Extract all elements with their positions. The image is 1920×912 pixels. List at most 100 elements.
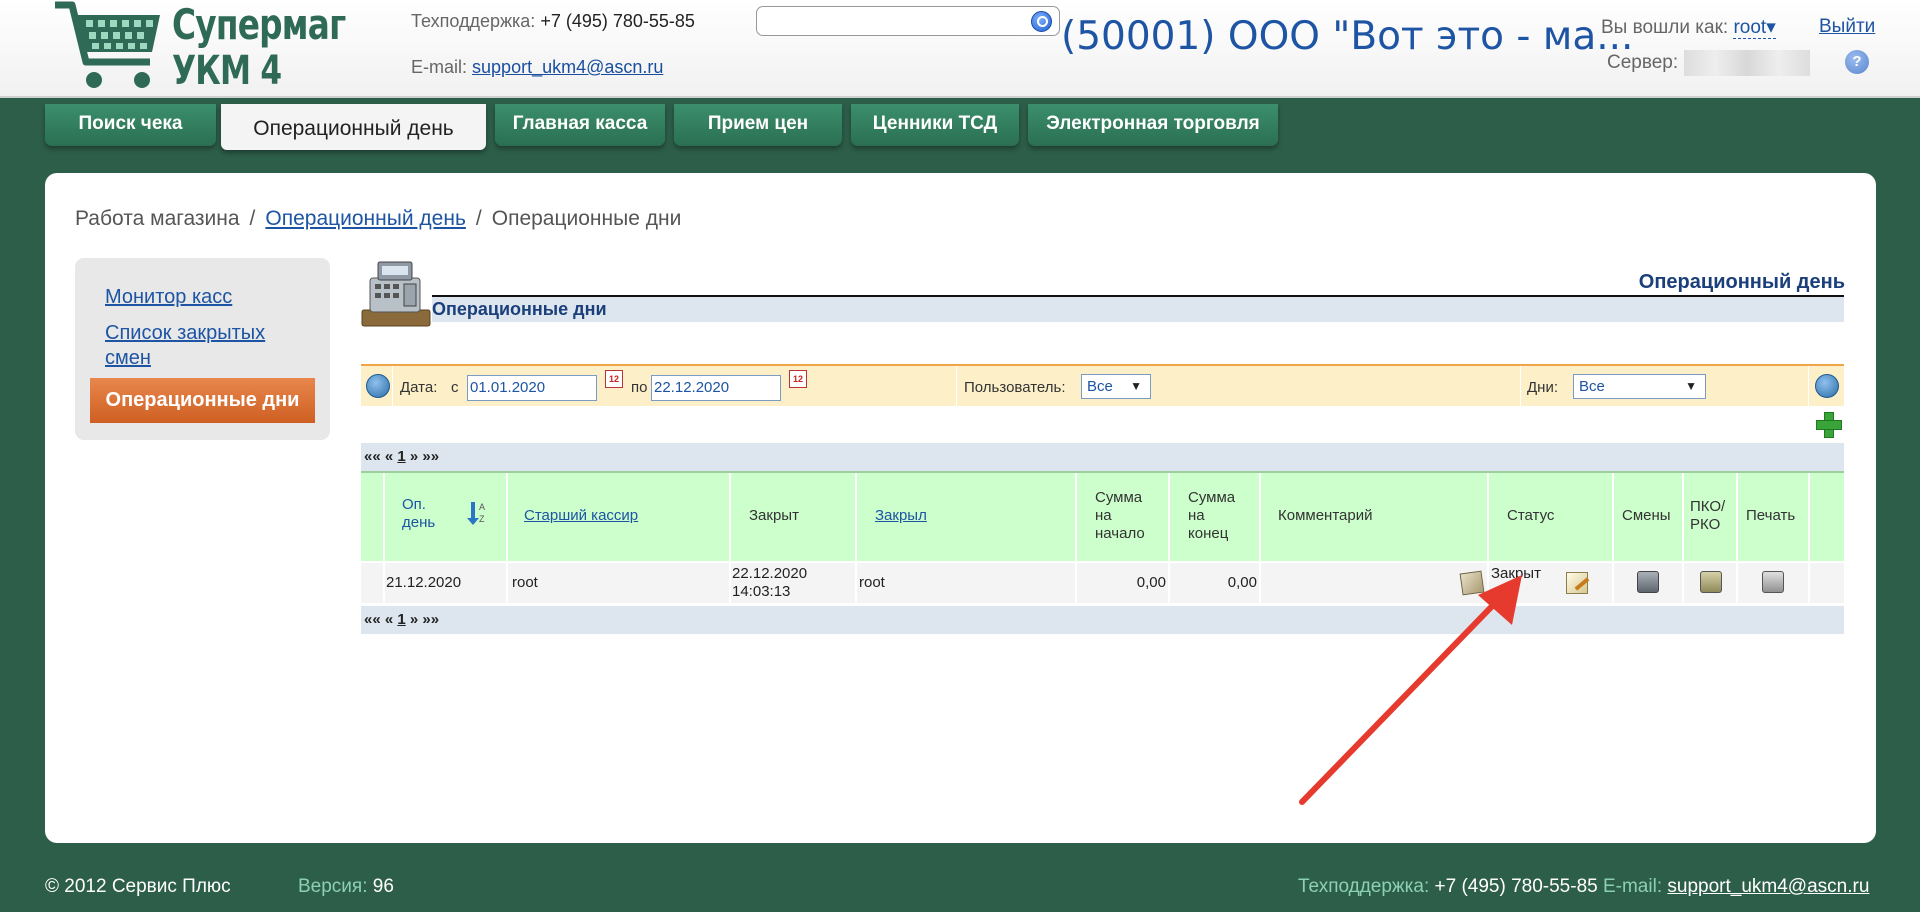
breadcrumb-root: Работа магазина (75, 207, 240, 230)
version-value: 96 (372, 876, 394, 897)
opday-header-line1: Оп. (402, 496, 426, 513)
date-to-input[interactable]: 22.12.2020 (651, 375, 781, 401)
pager-next[interactable]: » (410, 448, 418, 465)
user-filter-select[interactable]: Все ▼ (1081, 374, 1151, 399)
pager-page[interactable]: 1 (397, 448, 405, 465)
sum-end-header-2: на (1188, 507, 1205, 524)
shopping-cart-logo-icon (55, 1, 160, 88)
support-phone: +7 (495) 780-55-85 (540, 11, 695, 31)
section-title-bar: Операционные дни (432, 297, 1844, 322)
table-header: Оп. день A Z Старший кассир Закрыт Закрыл… (361, 471, 1844, 561)
sidebar-item-closed-shifts-cont[interactable]: смен (105, 346, 151, 371)
filter-refresh-cell-right (1809, 366, 1844, 406)
support-email-link[interactable]: support_ukm4@ascn.ru (472, 57, 663, 77)
cell-opday: 21.12.2020 (385, 563, 508, 603)
date-from-input[interactable]: 01.01.2020 (467, 375, 597, 401)
pko-header-2: РКО (1690, 516, 1721, 533)
sum-end-value: 0,00 (1227, 574, 1257, 591)
print-header: Печать (1746, 507, 1796, 524)
filter-bar: Дата: с 01.01.2020 12 по 22.12.2020 12 П… (361, 364, 1844, 406)
sum-start-header-1: Сумма (1095, 489, 1143, 506)
refresh-icon[interactable] (366, 374, 390, 398)
tab-operational-day[interactable]: Операционный день (221, 104, 486, 150)
copyright-text: © 2012 Сервис Плюс (45, 876, 231, 897)
tab-price-tags-tsd[interactable]: Ценники ТСД (851, 104, 1019, 146)
cell-sum-end: 0,00 (1170, 563, 1261, 603)
date-to-label: по (631, 379, 648, 396)
tab-e-commerce[interactable]: Электронная торговля (1028, 104, 1278, 146)
senior-cashier-value: root (512, 574, 538, 591)
column-header-sum-end: Сумма на конец (1170, 473, 1261, 561)
footer-email-link[interactable]: support_ukm4@ascn.ru (1667, 876, 1869, 897)
senior-cashier-sort-link[interactable]: Старший кассир (524, 507, 638, 524)
sum-start-value: 0,00 (1136, 574, 1166, 591)
breadcrumb-link-operational-day[interactable]: Операционный день (265, 207, 466, 230)
cell-print (1738, 563, 1810, 603)
sidebar-item-closed-shifts[interactable]: Список закрытых (105, 321, 265, 346)
table-row: 21.12.2020 root 22.12.2020 14:03:13 root … (361, 563, 1844, 603)
pager-bottom: «« « 1 » »» (361, 606, 1844, 634)
pager-prev[interactable]: « (385, 448, 393, 465)
column-header-sum-start: Сумма на начало (1077, 473, 1170, 561)
logo-text-line2: УКМ 4 (172, 48, 282, 94)
user-filter-value: Все (1087, 378, 1113, 395)
days-filter-select[interactable]: Все ▼ (1573, 374, 1706, 399)
search-input[interactable] (756, 6, 1060, 36)
shifts-register-icon[interactable] (1637, 571, 1659, 593)
column-header-closed-by[interactable]: Закрыл (857, 473, 1077, 561)
refresh-icon[interactable] (1815, 374, 1839, 398)
add-icon[interactable] (1815, 411, 1842, 438)
closed-by-sort-link[interactable]: Закрыл (875, 507, 927, 524)
pager-page[interactable]: 1 (397, 611, 405, 628)
cell-closed: 22.12.2020 14:03:13 (731, 563, 857, 603)
days-filter-value: Все (1579, 378, 1605, 395)
calendar-icon[interactable]: 12 (605, 370, 623, 388)
pager-prev[interactable]: « (385, 611, 393, 628)
tab-main-cashdesk[interactable]: Главная касса (495, 104, 665, 146)
tab-receipt-search[interactable]: Поиск чека (45, 104, 216, 146)
footer-support-phone: +7 (495) 780-55-85 (1434, 876, 1598, 897)
cell-shifts (1614, 563, 1684, 603)
sort-descending-icon[interactable]: A Z (465, 500, 489, 526)
annotation-arrow-icon (1299, 575, 1522, 805)
column-header-shifts: Смены (1614, 473, 1684, 561)
pager-first[interactable]: «« (364, 611, 381, 628)
sum-start-header-3: начало (1095, 525, 1145, 542)
logo[interactable]: Супермаг УКМ 4 (52, 0, 346, 96)
username-dropdown[interactable]: root▾ (1733, 17, 1776, 39)
user-filter-cell: Пользователь: Все ▼ (957, 366, 1521, 406)
calendar-icon[interactable]: 12 (789, 370, 807, 388)
sum-end-header-3: конец (1188, 525, 1229, 542)
print-icon[interactable] (1762, 571, 1784, 593)
column-header-print: Печать (1738, 473, 1810, 561)
search-icon[interactable] (1031, 11, 1052, 32)
footer-support-label: Техподдержка: (1298, 876, 1430, 897)
days-filter-cell: Дни: Все ▼ (1521, 366, 1809, 406)
tab-price-import[interactable]: Прием цен (674, 104, 842, 146)
column-header-senior-cashier[interactable]: Старший кассир (508, 473, 731, 561)
footer-support: Техподдержка: +7 (495) 780-55-85 E-mail:… (1298, 876, 1869, 898)
pager-first[interactable]: «« (364, 448, 381, 465)
column-header-comment: Комментарий (1261, 473, 1489, 561)
cash-order-icon[interactable] (1700, 571, 1722, 593)
edit-status-icon[interactable] (1566, 572, 1588, 594)
breadcrumb-separator: / (249, 207, 256, 230)
pager-next[interactable]: » (410, 611, 418, 628)
date-from-label: с (451, 379, 459, 396)
pager-last[interactable]: »» (422, 448, 439, 465)
support-email-line: E-mail: support_ukm4@ascn.ru (411, 57, 663, 78)
username: root (1733, 17, 1767, 38)
column-header-opday[interactable]: Оп. день A Z (385, 473, 508, 561)
version-label: Версия: (298, 876, 368, 897)
sum-end-header-1: Сумма (1188, 489, 1236, 506)
sidebar-item-operational-days[interactable]: Операционные дни (90, 378, 315, 423)
footer-copyright: © 2012 Сервис Плюс (45, 876, 231, 898)
help-icon[interactable]: ? (1845, 50, 1869, 74)
main-panel: Работа магазина / Операционный день / Операц… (45, 173, 1876, 843)
logout-link[interactable]: Выйти (1819, 16, 1875, 38)
server-label: Сервер: (1607, 52, 1679, 73)
status-header: Статус (1507, 507, 1555, 524)
date-label: Дата: (400, 379, 438, 396)
pager-last[interactable]: »» (422, 611, 439, 628)
opday-value: 21.12.2020 (386, 574, 462, 591)
